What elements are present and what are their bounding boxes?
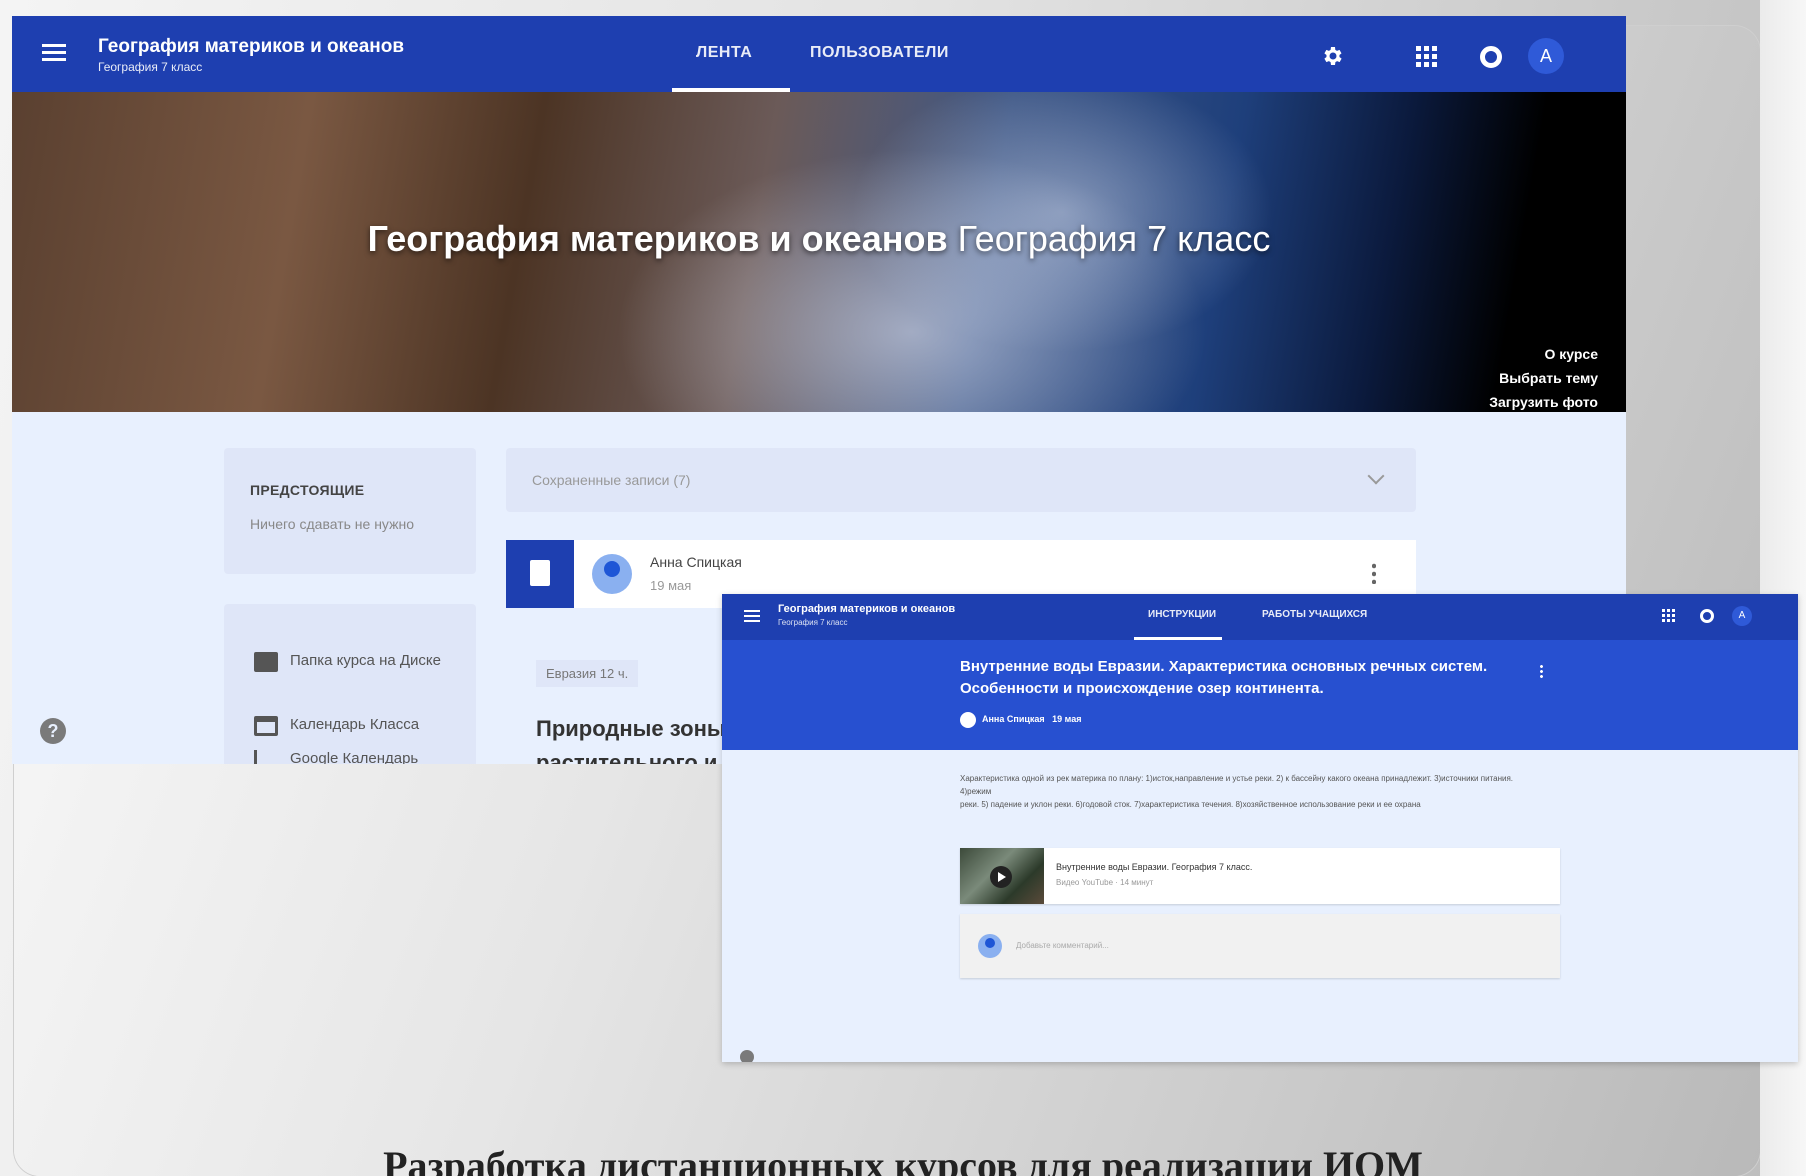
classroom-screenshot-assignment: География материков и океанов География … [722,594,1798,1062]
description-line: Характеристика одной из рек материка по … [960,774,1514,796]
video-attachment[interactable]: Внутренние воды Евразии. География 7 кла… [960,848,1560,904]
upcoming-heading: ПРЕДСТОЯЩИЕ [250,482,365,498]
apps-grid-icon[interactable] [1662,609,1676,623]
assignment-title: Внутренние воды Евразии. Характеристика … [960,658,1488,697]
more-options-icon[interactable] [1372,562,1376,584]
avatar[interactable]: A [1528,38,1564,74]
about-course-link[interactable]: О курсе [1489,342,1598,366]
video-thumbnail[interactable] [960,848,1044,904]
banner-title-course: География материков и океанов [367,218,948,259]
description-line: реки. 5) падение и уклон реки. 6)годовой… [960,800,1421,809]
notifications-icon[interactable] [1700,609,1714,623]
play-icon[interactable] [990,866,1012,888]
tab-student-work[interactable]: РАБОТЫ УЧАЩИХСЯ [1262,609,1367,620]
course-title[interactable]: География материков и океанов [98,36,404,58]
assignment-header: Внутренние воды Евразии. Характеристика … [722,640,1798,750]
course-banner: География материков и океанов География … [12,92,1626,412]
select-theme-link[interactable]: Выбрать тему [1489,366,1598,390]
assignment-icon [506,540,574,608]
assignment-description: Характеристика одной из рек материка по … [960,772,1530,811]
video-title[interactable]: Внутренние воды Евразии. География 7 кла… [1056,862,1252,872]
gear-icon[interactable] [1320,44,1344,68]
assignment-author: Анна Спицкая [982,714,1045,724]
course-title[interactable]: География материков и океанов [778,603,955,615]
upcoming-text: Ничего сдавать не нужно [250,516,414,532]
slide-caption: Разработка дистанционных курсов для реал… [383,1143,1423,1176]
banner-links: О курсе Выбрать тему Загрузить фото [1489,342,1598,414]
menu-icon[interactable] [42,44,66,62]
class-calendar-label: Календарь Класса [290,716,420,733]
user-avatar [978,934,1002,958]
folder-icon [254,652,278,672]
assignment-date: 19 мая [1052,714,1082,724]
external-link-icon [254,750,278,764]
tab-instructions[interactable]: ИНСТРУКЦИИ [1148,609,1216,620]
google-calendar-label: Google Календарь [290,750,419,764]
avatar[interactable]: A [1732,606,1752,626]
chevron-down-icon[interactable] [1367,467,1385,485]
post-date: 19 мая [650,578,692,593]
upload-photo-link[interactable]: Загрузить фото [1489,390,1598,414]
more-options-icon[interactable] [1540,664,1543,678]
upcoming-card: ПРЕДСТОЯЩИЕ Ничего сдавать не нужно [224,448,476,574]
help-icon[interactable]: ? [40,718,66,744]
post-author: Анна Спицкая [650,554,742,570]
menu-icon[interactable] [744,610,760,622]
comment-box[interactable]: Добавьте комментарий... [960,914,1560,978]
banner-title: География материков и океанов География … [12,218,1626,260]
course-subtitle: География 7 класс [778,618,848,627]
calendar-icon [254,716,278,736]
assignment-top-bar: География материков и океанов География … [722,594,1798,640]
saved-posts-bar[interactable]: Сохраненные записи (7) [506,448,1416,512]
video-meta: Видео YouTube · 14 минут [1056,878,1154,887]
post-title[interactable]: Природные зоны растительного и [536,712,736,764]
banner-title-section: География 7 класс [957,218,1271,259]
course-subtitle: География 7 класс [98,60,203,74]
saved-posts-label: Сохраненные записи (7) [532,472,691,488]
author-avatar [960,712,976,728]
apps-grid-icon[interactable] [1416,46,1438,68]
tab-users[interactable]: ПОЛЬЗОВАТЕЛИ [810,44,949,62]
help-icon[interactable] [740,1050,754,1062]
notifications-icon[interactable] [1480,46,1502,68]
comment-input[interactable]: Добавьте комментарий... [1016,941,1109,950]
drive-folder-label: Папка курса на Диске [290,652,441,669]
topic-chip[interactable]: Евразия 12 ч. [536,660,639,687]
top-app-bar: География материков и океанов География … [12,16,1626,92]
tab-feed[interactable]: ЛЕНТА [696,44,752,62]
assignment-author-line: Анна Спицкая 19 мая [982,714,1081,724]
author-avatar [592,554,632,594]
course-links-card: Папка курса на Диске Календарь Класса Go… [224,604,476,764]
